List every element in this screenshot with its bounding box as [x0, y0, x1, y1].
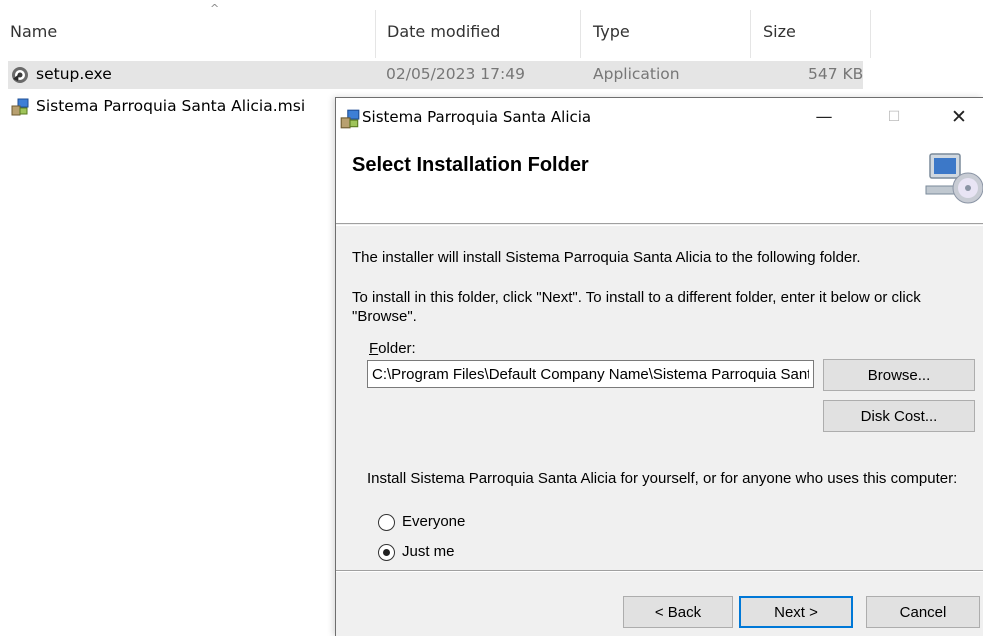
column-header-type[interactable]: Type [593, 22, 630, 41]
radio-label-everyone: Everyone [402, 513, 466, 530]
folder-path-input[interactable] [367, 360, 814, 388]
column-header-row: ^ Name Date modified Type Size [0, 0, 983, 62]
instructions-text: To install in this folder, click "Next".… [352, 289, 921, 325]
radio-button[interactable] [378, 514, 395, 531]
folder-label-rest: older: [378, 340, 416, 357]
sort-ascending-icon: ^ [210, 2, 220, 15]
radio-button-checked[interactable] [378, 544, 395, 561]
setup-exe-icon [12, 67, 28, 83]
column-header-date[interactable]: Date modified [387, 22, 500, 41]
maximize-icon[interactable]: ☐ [869, 98, 919, 136]
radio-label-just-me: Just me [402, 543, 455, 560]
close-icon[interactable]: ✕ [934, 98, 983, 136]
file-size: 547 KB [808, 65, 864, 83]
back-button[interactable]: < Back [623, 596, 733, 628]
file-type: Application [593, 65, 680, 83]
folder-label-accelerator: F [369, 340, 379, 357]
banner-divider [336, 225, 983, 226]
intro-text: The installer will install Sistema Parro… [352, 249, 861, 266]
window-title: Sistema Parroquia Santa Alicia [362, 108, 592, 126]
column-divider[interactable] [375, 10, 376, 58]
radio-just-me[interactable]: Just me [378, 542, 578, 564]
disk-cost-button[interactable]: Disk Cost... [823, 400, 975, 432]
header-banner: Select Installation Folder [336, 136, 983, 224]
cancel-button[interactable]: Cancel [866, 596, 980, 628]
column-header-name[interactable]: Name [10, 22, 57, 41]
file-row-setup[interactable]: setup.exe 02/05/2023 17:49 Application 5… [8, 61, 863, 89]
column-divider[interactable] [870, 10, 871, 58]
title-bar[interactable]: Sistema Parroquia Santa Alicia — ☐ ✕ [336, 98, 983, 136]
page-title: Select Installation Folder [352, 154, 589, 176]
computer-cd-icon [925, 153, 983, 204]
column-header-size[interactable]: Size [763, 22, 796, 41]
browse-button[interactable]: Browse... [823, 359, 975, 391]
minimize-icon[interactable]: — [799, 98, 849, 136]
msi-installer-icon [11, 98, 29, 116]
column-divider[interactable] [750, 10, 751, 58]
footer-divider-highlight [336, 571, 983, 572]
msi-installer-icon [340, 109, 360, 129]
file-name: Sistema Parroquia Santa Alicia.msi [36, 97, 306, 115]
file-date: 02/05/2023 17:49 [386, 65, 525, 83]
folder-label: Folder: [369, 339, 416, 358]
radio-checked-dot [383, 549, 390, 556]
column-divider[interactable] [580, 10, 581, 58]
installer-dialog: Sistema Parroquia Santa Alicia — ☐ ✕ Sel… [335, 97, 983, 636]
next-button[interactable]: Next > [739, 596, 853, 628]
install-for-text: Install Sistema Parroquia Santa Alicia f… [367, 470, 958, 487]
file-name: setup.exe [36, 65, 112, 83]
radio-everyone[interactable]: Everyone [378, 512, 578, 534]
